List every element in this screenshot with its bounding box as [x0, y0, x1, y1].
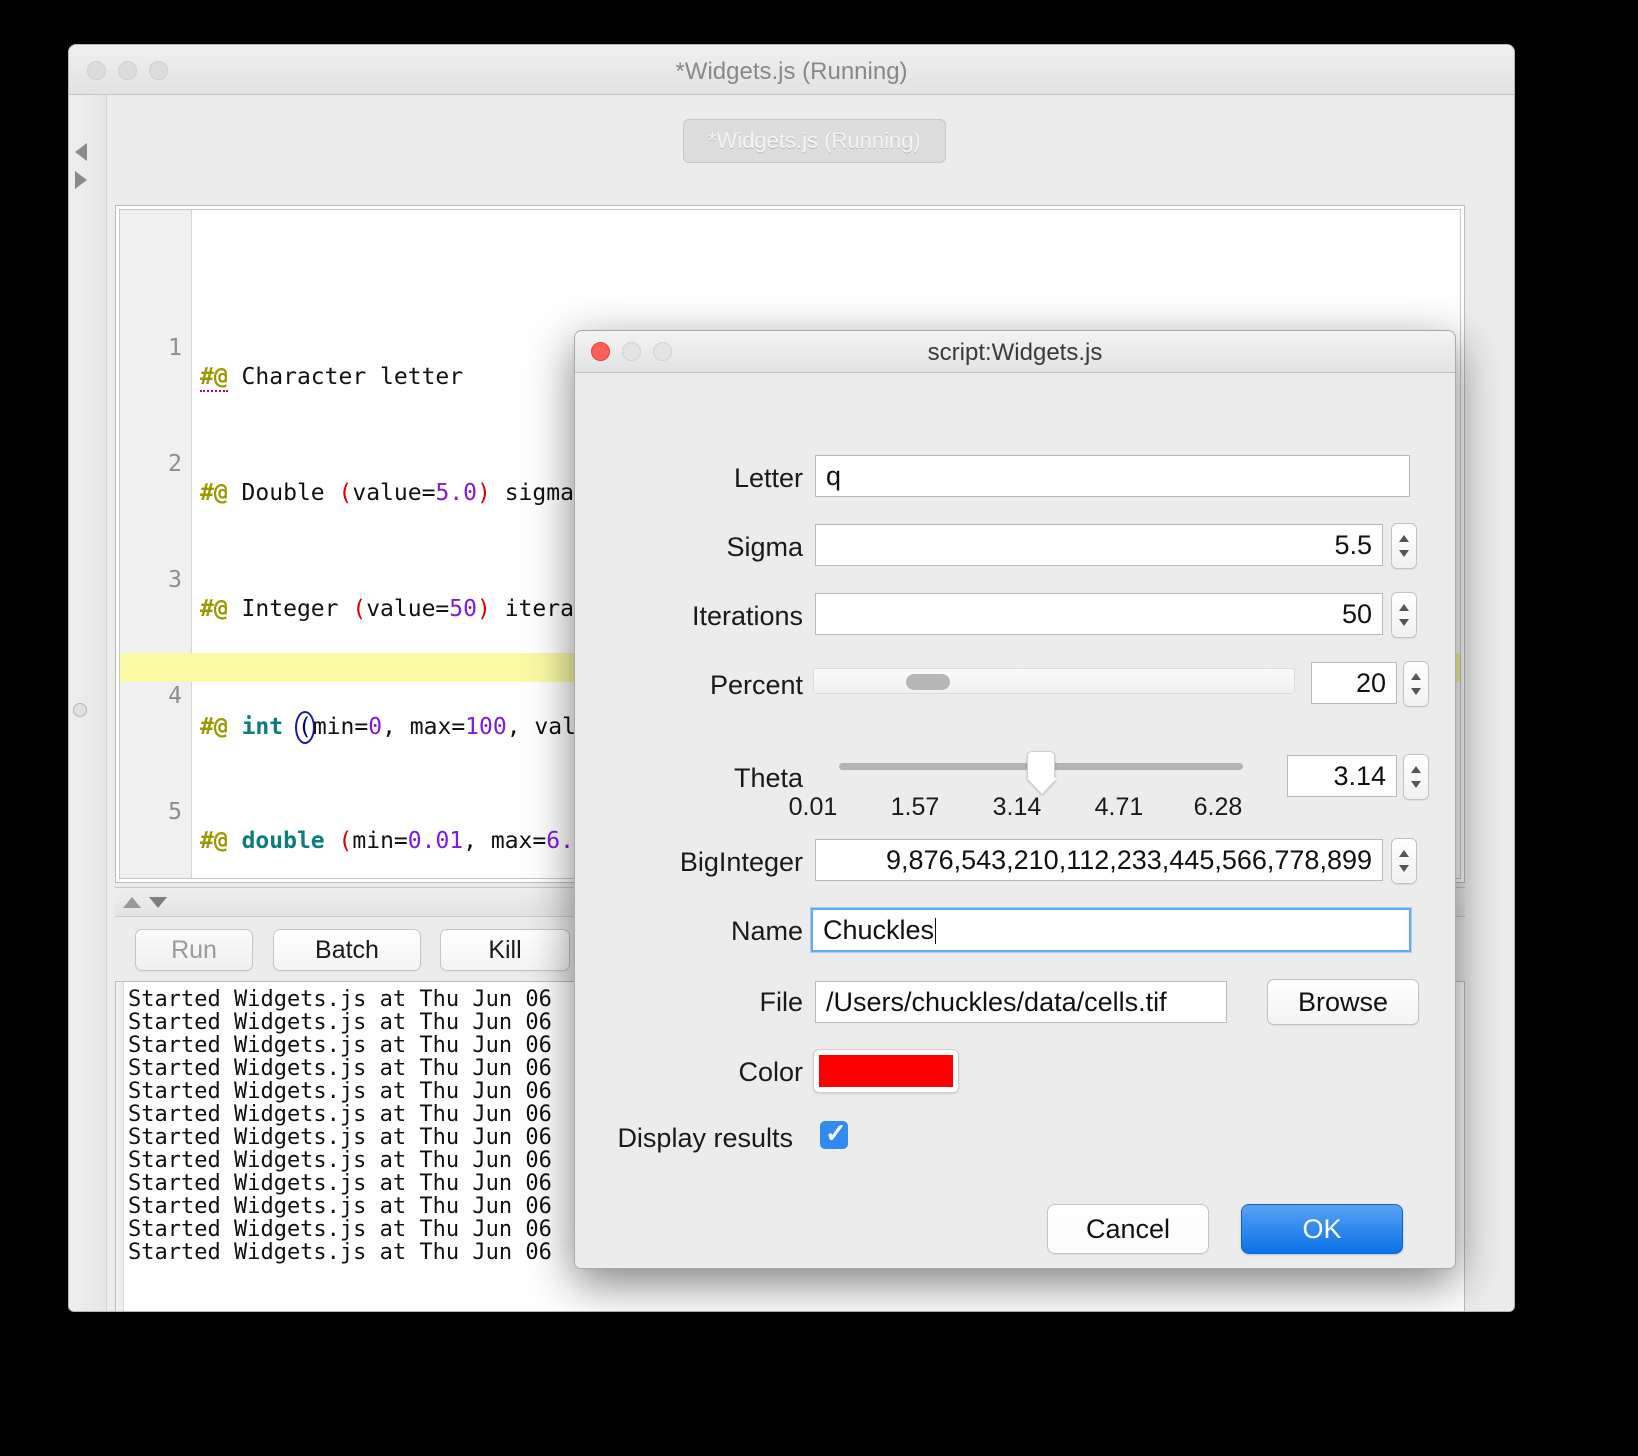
- theta-stepper[interactable]: [1403, 754, 1429, 800]
- iterations-label: Iterations: [575, 601, 803, 632]
- theta-slider-thumb[interactable]: [1027, 751, 1055, 779]
- dialog-content: Letter q Sigma 5.5 Iterations 50 Percent…: [575, 373, 1455, 1184]
- cancel-button[interactable]: Cancel: [1047, 1204, 1209, 1254]
- run-button[interactable]: Run: [135, 929, 253, 971]
- percent-label: Percent: [575, 670, 803, 701]
- file-label: File: [575, 987, 803, 1018]
- name-input-value: Chuckles: [823, 915, 934, 945]
- tab-widgets-js[interactable]: *Widgets.js (Running): [683, 119, 946, 163]
- name-input[interactable]: Chuckles: [811, 908, 1411, 952]
- biginteger-input[interactable]: 9,876,543,210,112,233,445,566,778,899: [815, 839, 1383, 881]
- percent-scrollbar-thumb[interactable]: [906, 674, 950, 690]
- line-text: #@ Character letter: [200, 363, 463, 392]
- browse-button[interactable]: Browse: [1267, 979, 1419, 1025]
- iterations-input[interactable]: 50: [815, 593, 1383, 635]
- sigma-stepper[interactable]: [1391, 523, 1417, 569]
- biginteger-stepper[interactable]: [1391, 838, 1417, 884]
- chevron-down-icon[interactable]: [149, 897, 167, 908]
- dialog-footer: Cancel OK: [575, 1182, 1455, 1268]
- color-label: Color: [575, 1057, 803, 1088]
- color-swatch: [819, 1055, 953, 1087]
- line-number: 4: [120, 682, 182, 711]
- tab-strip: *Widgets.js (Running): [107, 95, 1514, 167]
- file-input[interactable]: /Users/chuckles/data/cells.tif: [815, 981, 1227, 1023]
- theta-input[interactable]: 3.14: [1287, 755, 1397, 797]
- chevron-up-icon[interactable]: [123, 897, 141, 908]
- text-caret: [935, 918, 936, 944]
- line-number: 2: [120, 450, 182, 479]
- theta-tick-4: 6.28: [1173, 793, 1263, 822]
- expand-right-icon[interactable]: [75, 171, 87, 189]
- line-number: 5: [120, 798, 182, 827]
- percent-stepper[interactable]: [1403, 661, 1429, 707]
- line-number: 1: [120, 334, 182, 363]
- percent-scrollbar[interactable]: [813, 668, 1295, 694]
- ok-button[interactable]: OK: [1241, 1204, 1403, 1254]
- theta-tick-3: 4.71: [1074, 793, 1164, 822]
- log-scrollbar[interactable]: [116, 982, 124, 1312]
- split-knob-handle[interactable]: [73, 703, 87, 717]
- line-text: #@ Double (value=5.0) sigma: [200, 479, 574, 508]
- collapse-left-icon[interactable]: [75, 143, 87, 161]
- left-rail: [69, 95, 107, 1311]
- display-results-label: Display results: [574, 1123, 793, 1154]
- theta-tick-1: 1.57: [870, 793, 960, 822]
- dialog-titlebar[interactable]: script:Widgets.js: [575, 331, 1455, 373]
- kill-button[interactable]: Kill: [440, 929, 570, 971]
- color-chooser-button[interactable]: [813, 1049, 959, 1093]
- biginteger-label: BigInteger: [575, 847, 803, 878]
- sigma-input[interactable]: 5.5: [815, 524, 1383, 566]
- theta-label: Theta: [575, 763, 803, 794]
- percent-input[interactable]: 20: [1311, 662, 1397, 704]
- main-window-title: *Widgets.js (Running): [69, 58, 1514, 86]
- batch-button[interactable]: Batch: [273, 929, 421, 971]
- checkmark-icon: ✓: [825, 1118, 847, 1149]
- dialog-title: script:Widgets.js: [575, 339, 1455, 367]
- letter-label: Letter: [575, 463, 803, 494]
- display-results-checkbox[interactable]: ✓: [820, 1121, 848, 1149]
- sigma-label: Sigma: [575, 532, 803, 563]
- theta-tick-2: 3.14: [972, 793, 1062, 822]
- main-window-titlebar[interactable]: *Widgets.js (Running): [69, 45, 1514, 95]
- line-number: 3: [120, 566, 182, 595]
- theta-tick-0: 0.01: [768, 793, 858, 822]
- letter-input[interactable]: q: [815, 455, 1410, 497]
- iterations-stepper[interactable]: [1391, 592, 1417, 638]
- name-label: Name: [575, 916, 803, 947]
- script-parameters-dialog: script:Widgets.js Letter q Sigma 5.5 Ite…: [574, 330, 1456, 1269]
